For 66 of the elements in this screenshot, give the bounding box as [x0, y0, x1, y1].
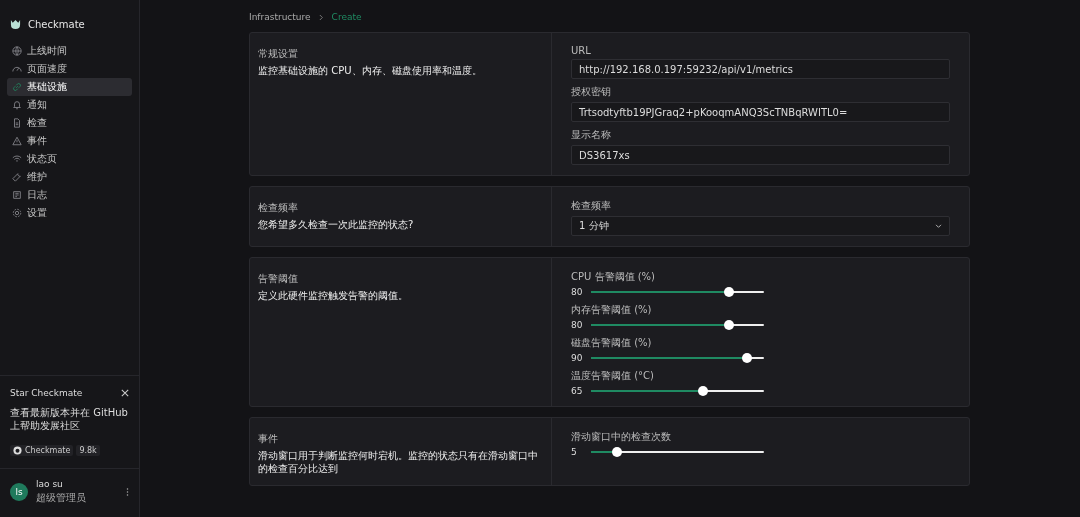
field-label: 检查频率	[571, 199, 612, 213]
sidebar-item[interactable]: 检查	[7, 114, 132, 132]
doc-icon	[12, 118, 22, 128]
section-title: 检查频率	[258, 201, 299, 215]
warn-icon	[12, 136, 22, 146]
slider-value: 5	[571, 447, 578, 457]
breadcrumb-link[interactable]: Create	[331, 12, 362, 22]
user-avatar: ls	[10, 483, 28, 501]
globe-icon	[12, 46, 22, 56]
field-label: CPU 告警阈值 (%)	[571, 270, 656, 284]
wifi-icon	[12, 154, 22, 164]
field-label: 授权密钥	[571, 85, 612, 99]
sidebar-item[interactable]: 基础设施	[7, 78, 132, 96]
sidebar-item[interactable]: 页面速度	[7, 60, 132, 78]
slider-thumb[interactable]	[724, 287, 735, 297]
input-field[interactable]: Trtsodtyftb19PJGraq2+pKooqmANQ3ScTNBqRWITL0=	[571, 102, 950, 122]
sidebar-item[interactable]: 日志	[7, 186, 132, 204]
section-description: 滑动窗口用于判断监控何时宕机。监控的状态只有在滑动窗口中的检查百分比达到	[258, 449, 539, 475]
link-icon	[12, 82, 22, 92]
user-name: lao su	[36, 479, 64, 489]
gear-icon	[12, 208, 22, 218]
github-repo-badge[interactable]: Checkmate	[10, 445, 74, 456]
section-title: 告警阈值	[258, 272, 299, 286]
slider-thumb[interactable]	[698, 386, 709, 396]
section-description: 定义此硬件监控触发告警的阈值。	[258, 289, 409, 302]
user-role: 超级管理员	[36, 491, 87, 505]
star-count: 9.8k	[76, 445, 100, 456]
field-label: 磁盘告警阈值 (%)	[571, 336, 653, 350]
promo-title: Star Checkmate	[10, 388, 83, 398]
app-name: Checkmate	[28, 19, 85, 30]
slider-value: 80	[571, 320, 583, 330]
close-icon[interactable]	[121, 389, 129, 397]
log-icon	[12, 190, 22, 200]
slider-value: 90	[571, 353, 583, 363]
bell-icon	[12, 100, 22, 110]
section-title: 常规设置	[258, 47, 299, 61]
slider-thumb[interactable]	[611, 447, 622, 457]
promo-text: 查看最新版本并在 GitHub 上帮助发展社区	[10, 406, 129, 432]
sidebar-item[interactable]: 通知	[7, 96, 132, 114]
section-description: 监控基础设施的 CPU、内存、磁盘使用率和温度。	[258, 64, 483, 77]
sidebar-item[interactable]: 设置	[7, 204, 132, 222]
chevron-right-icon	[318, 13, 324, 21]
logo-icon	[9, 19, 22, 30]
slider-value: 80	[571, 287, 583, 297]
slider-value: 65	[571, 386, 583, 396]
input-field[interactable]: http://192.168.0.197:59232/api/v1/metrics	[571, 59, 950, 79]
field-label: 温度告警阈值 (°C)	[571, 369, 655, 383]
input-field[interactable]: DS3617xs	[571, 145, 950, 165]
slider-thumb[interactable]	[724, 320, 735, 330]
field-label: 显示名称	[571, 128, 612, 142]
select-field[interactable]: 1 分钟	[571, 216, 950, 236]
field-label: 滑动窗口中的检查次数	[571, 430, 672, 444]
github-icon	[13, 446, 22, 455]
sidebar-item[interactable]: 上线时间	[7, 42, 132, 60]
field-label: 内存告警阈值 (%)	[571, 303, 653, 317]
sidebar-item[interactable]: 事件	[7, 132, 132, 150]
more-options-icon[interactable]	[126, 487, 129, 497]
slider-thumb[interactable]	[741, 353, 752, 363]
section-description: 您希望多久检查一次此监控的状态?	[258, 218, 415, 231]
sidebar-item[interactable]: 维护	[7, 168, 132, 186]
sidebar-item[interactable]: 状态页	[7, 150, 132, 168]
chevron-down-icon	[935, 223, 942, 229]
field-label: URL	[571, 45, 592, 56]
section-title: 事件	[258, 432, 279, 446]
breadcrumb-link[interactable]: Infrastructure	[249, 12, 311, 22]
gauge-icon	[12, 64, 22, 74]
